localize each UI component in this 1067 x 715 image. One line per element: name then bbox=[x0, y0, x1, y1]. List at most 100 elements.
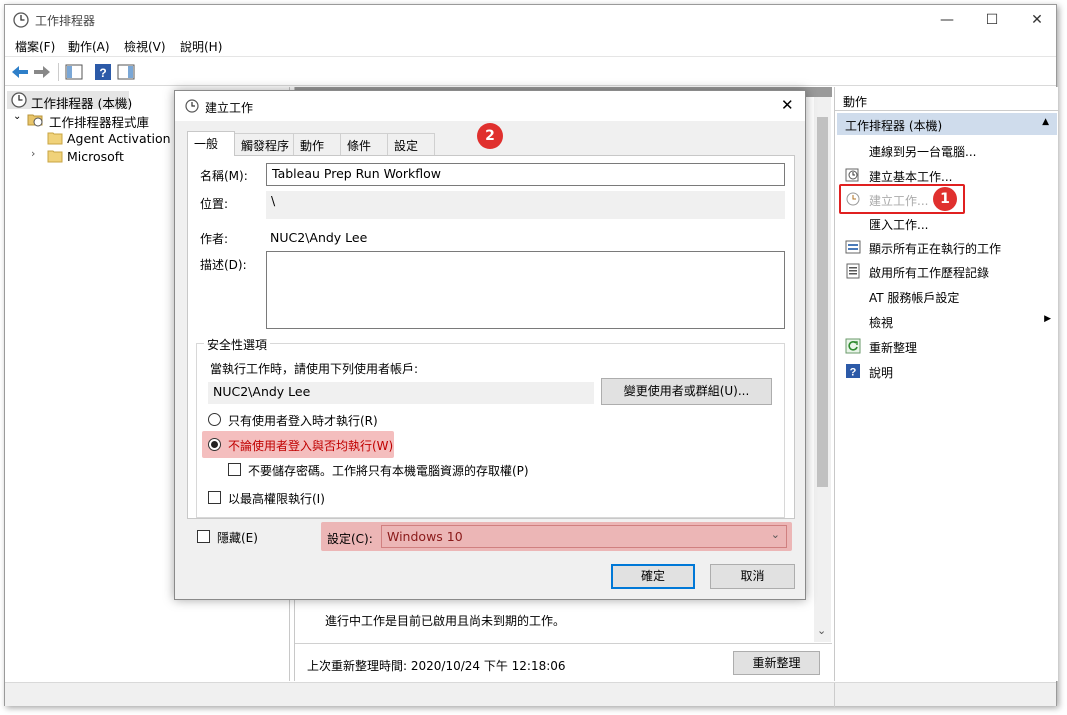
configure-select[interactable]: Windows 10 ⌄ bbox=[381, 525, 787, 548]
menu-view[interactable]: 檢視(V) bbox=[124, 38, 166, 55]
checkbox-highest-privileges[interactable] bbox=[208, 491, 221, 504]
description-label: 描述(D): bbox=[200, 258, 247, 272]
chevron-down-icon: ⌄ bbox=[770, 528, 780, 541]
scroll-down-icon[interactable]: ⌄ bbox=[817, 624, 826, 637]
checkbox-hidden[interactable] bbox=[197, 530, 210, 543]
maximize-button[interactable]: ☐ bbox=[975, 9, 1009, 31]
refresh-button[interactable]: 重新整理 bbox=[733, 651, 820, 675]
tree-item-microsoft[interactable]: Microsoft bbox=[67, 149, 124, 164]
show-hide-tree-icon[interactable] bbox=[64, 62, 84, 82]
divider bbox=[295, 643, 832, 644]
author-label: 作者: bbox=[200, 232, 229, 246]
history-icon bbox=[846, 263, 860, 279]
toolbar-divider bbox=[58, 63, 59, 81]
tab-general[interactable]: 一般 bbox=[187, 131, 235, 156]
author-value: NUC2\Andy Lee bbox=[270, 230, 368, 245]
minimize-button[interactable]: — bbox=[930, 9, 964, 31]
window-title: 工作排程器 bbox=[35, 14, 96, 28]
submenu-arrow-icon: ▶ bbox=[1044, 314, 1051, 324]
action-label: 檢視 bbox=[869, 316, 894, 330]
menu-bar: 檔案(F) 動作(A) 檢視(V) 說明(H) bbox=[5, 35, 1056, 57]
title-bar: 工作排程器 — ☐ ✕ bbox=[5, 5, 1056, 35]
actions-section-label: 工作排程器 (本機) bbox=[845, 119, 943, 133]
clock-icon bbox=[185, 99, 199, 113]
name-input[interactable]: Tableau Prep Run Workflow bbox=[266, 163, 785, 186]
menu-help[interactable]: 說明(H) bbox=[180, 38, 222, 55]
dialog-title: 建立工作 bbox=[205, 101, 254, 115]
radio-run-only-logged-on[interactable] bbox=[208, 413, 221, 426]
account-value: NUC2\Andy Lee bbox=[208, 382, 594, 404]
close-button[interactable]: ✕ bbox=[1020, 9, 1054, 31]
tree-library[interactable]: 工作排程器程式庫 bbox=[49, 112, 149, 131]
action-label: 重新整理 bbox=[869, 341, 918, 355]
menu-action[interactable]: 動作(A) bbox=[68, 38, 110, 55]
actions-panel: 動作 工作排程器 (本機) ▲ 連線到另一台電腦... 建立基本工作... 建立… bbox=[834, 87, 1058, 681]
folder-icon bbox=[47, 132, 63, 145]
cancel-button[interactable]: 取消 bbox=[710, 564, 795, 589]
configure-select-value: Windows 10 bbox=[387, 529, 463, 544]
action-at-service[interactable]: AT 服務帳戶設定 bbox=[837, 285, 1057, 307]
annotation-badge-2: 2 bbox=[477, 123, 503, 149]
description-textarea[interactable] bbox=[266, 251, 785, 329]
tree-root[interactable]: 工作排程器 (本機) bbox=[31, 93, 132, 112]
action-label: 連線到另一台電腦... bbox=[869, 145, 977, 159]
name-label: 名稱(M): bbox=[200, 169, 248, 183]
security-group-title: 安全性選項 bbox=[204, 336, 271, 353]
scrollbar-thumb[interactable] bbox=[817, 117, 828, 487]
action-display-running[interactable]: 顯示所有正在執行的工作 bbox=[837, 236, 1057, 258]
expand-chevron-icon[interactable]: ⌄ bbox=[13, 111, 21, 122]
forward-arrow-icon[interactable] bbox=[32, 62, 52, 82]
toolbar: ? bbox=[5, 58, 1056, 86]
ok-button[interactable]: 確定 bbox=[611, 564, 695, 589]
highest-privileges-label: 以最高權限執行(I) bbox=[228, 492, 325, 506]
help-icon: ? bbox=[846, 364, 860, 379]
radio-run-whether-logged-on[interactable] bbox=[208, 438, 221, 451]
collapse-chevron-icon[interactable]: › bbox=[31, 147, 35, 160]
back-arrow-icon[interactable] bbox=[10, 62, 30, 82]
svg-text:?: ? bbox=[99, 66, 106, 80]
action-enable-history[interactable]: 啟用所有工作歷程記錄 bbox=[837, 260, 1057, 282]
center-scrollbar[interactable]: ⌄ bbox=[814, 97, 831, 642]
change-user-button[interactable]: 變更使用者或群組(U)... bbox=[601, 378, 772, 405]
action-label: 匯入工作... bbox=[869, 218, 929, 232]
checkbox-no-store-password[interactable] bbox=[228, 463, 241, 476]
tab-settings[interactable]: 設定 bbox=[387, 133, 435, 155]
dialog-title-bar: 建立工作 ✕ bbox=[175, 91, 805, 121]
basic-task-icon bbox=[845, 168, 859, 182]
collapse-triangle-icon[interactable]: ▲ bbox=[1042, 117, 1049, 127]
tab-triggers[interactable]: 觸發程序 bbox=[234, 133, 294, 155]
show-action-pane-icon[interactable] bbox=[116, 62, 136, 82]
actions-section-header[interactable]: 工作排程器 (本機) ▲ bbox=[837, 113, 1057, 135]
general-tab-page: 名稱(M): Tableau Prep Run Workflow 位置: \ 作… bbox=[187, 155, 795, 519]
clock-icon bbox=[13, 12, 29, 28]
tab-actions[interactable]: 動作 bbox=[293, 133, 341, 155]
hidden-label: 隱藏(E) bbox=[217, 531, 258, 545]
running-tasks-icon bbox=[845, 240, 861, 254]
refresh-icon bbox=[845, 338, 861, 354]
configure-label: 設定(C): bbox=[327, 532, 373, 546]
no-store-password-label: 不要儲存密碼。工作將只有本機電腦資源的存取權(P) bbox=[248, 464, 529, 478]
clock-icon bbox=[11, 92, 27, 108]
action-import-task[interactable]: 匯入工作... bbox=[837, 212, 1057, 234]
action-label: 啟用所有工作歷程記錄 bbox=[869, 266, 990, 280]
menu-file[interactable]: 檔案(F) bbox=[15, 38, 55, 55]
folder-icon bbox=[47, 150, 63, 163]
radio-run-whether-label: 不論使用者登入與否均執行(W) bbox=[228, 439, 394, 453]
help-icon[interactable]: ? bbox=[93, 62, 113, 82]
location-label: 位置: bbox=[200, 197, 229, 211]
action-create-basic-task[interactable]: 建立基本工作... bbox=[837, 164, 1057, 186]
location-value: \ bbox=[266, 191, 785, 219]
create-task-dialog: 建立工作 ✕ 一般 觸發程序 動作 條件 設定 2 名稱(M): Tableau… bbox=[174, 90, 806, 600]
tab-conditions[interactable]: 條件 bbox=[340, 133, 388, 155]
folder-clock-icon bbox=[27, 114, 43, 127]
action-label: AT 服務帳戶設定 bbox=[869, 291, 960, 305]
action-view[interactable]: 檢視 ▶ bbox=[837, 310, 1057, 332]
action-help[interactable]: ? 說明 bbox=[837, 360, 1057, 382]
tree-item-agent-activation[interactable]: Agent Activation Ru bbox=[67, 131, 191, 146]
action-connect[interactable]: 連線到另一台電腦... bbox=[837, 139, 1057, 161]
status-divider bbox=[834, 683, 835, 707]
dialog-close-button[interactable]: ✕ bbox=[781, 96, 794, 114]
status-bar bbox=[5, 682, 1056, 707]
radio-run-only-logged-on-label: 只有使用者登入時才執行(R) bbox=[228, 414, 378, 428]
action-refresh[interactable]: 重新整理 bbox=[837, 335, 1057, 357]
